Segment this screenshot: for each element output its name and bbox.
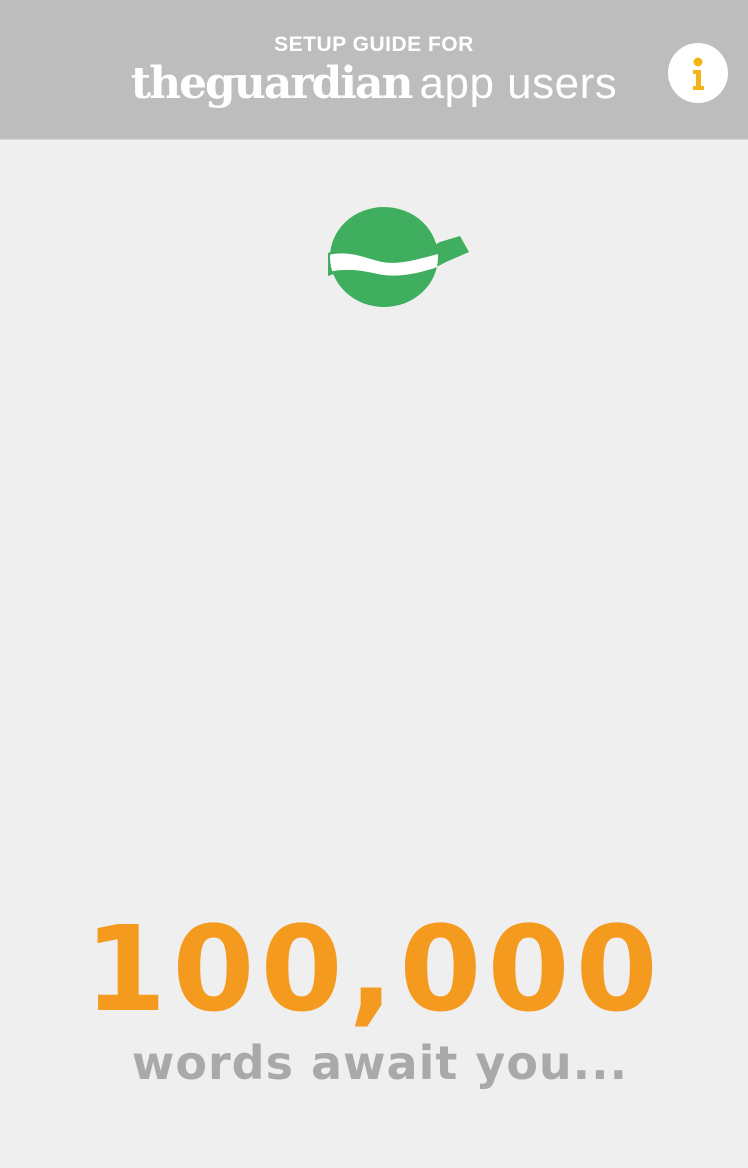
word-count-caption: words await you...	[131, 1036, 629, 1090]
info-icon	[693, 57, 704, 90]
header-title: theguardian app users	[0, 58, 748, 109]
brand-tagline: app users	[419, 59, 618, 108]
wave-globe-logo-icon	[328, 206, 472, 310]
header-bar: SETUP GUIDE FOR theguardian app users	[0, 0, 748, 140]
info-button[interactable]	[668, 43, 728, 103]
word-count: 100,000	[84, 900, 664, 1038]
header-subtitle: SETUP GUIDE FOR	[274, 33, 474, 56]
brand-name: theguardian	[130, 58, 414, 109]
